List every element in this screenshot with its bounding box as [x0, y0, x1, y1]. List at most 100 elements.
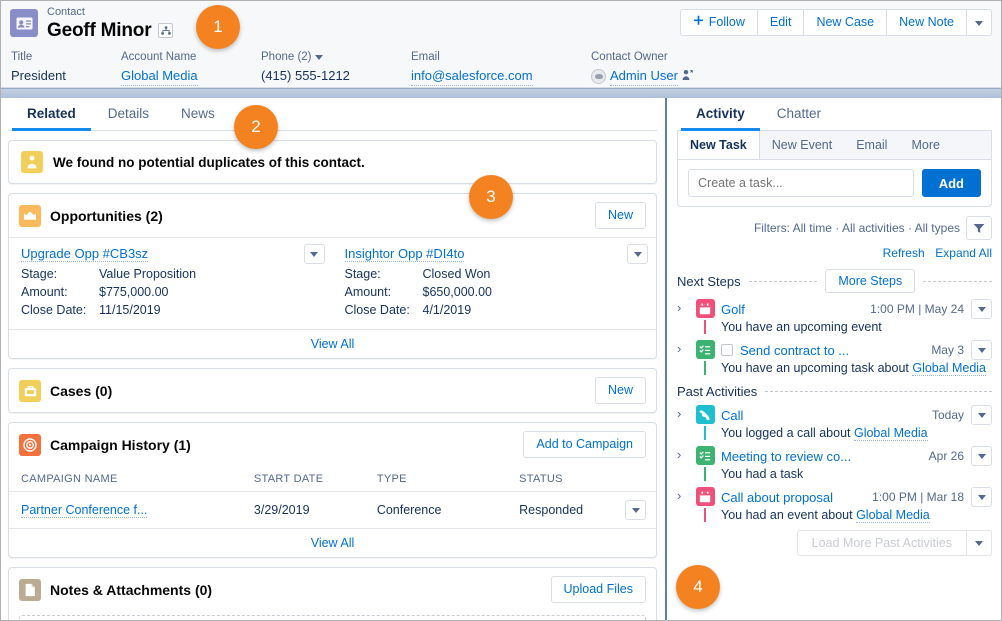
- upload-files-button[interactable]: Upload Files: [551, 576, 646, 603]
- campaign-target-icon: [19, 434, 41, 456]
- tab-news[interactable]: News: [166, 98, 230, 131]
- activity-title-link[interactable]: Send contract to ...: [740, 343, 849, 358]
- opportunity-row-menu-button[interactable]: [627, 244, 648, 264]
- activity-row-menu-button[interactable]: [971, 446, 992, 466]
- create-task-input[interactable]: [688, 169, 914, 197]
- expand-all-link[interactable]: Expand All: [935, 246, 992, 260]
- timeline-item: › Call Today You logged a call about Glo…: [677, 399, 992, 440]
- change-owner-icon[interactable]: [682, 68, 693, 86]
- opportunity-row-menu-button[interactable]: [304, 244, 325, 264]
- record-identity: Contact Geoff Minor: [10, 6, 173, 41]
- activity-description: You have an upcoming task about: [721, 361, 912, 375]
- hierarchy-icon[interactable]: [158, 23, 173, 38]
- campaign-history-view-all-link[interactable]: View All: [311, 536, 355, 550]
- filter-funnel-button[interactable]: [966, 216, 992, 240]
- activity-row-menu-button[interactable]: [971, 405, 992, 425]
- callout-badge-2: 2: [234, 105, 278, 149]
- campaign-name-link[interactable]: Partner Conference f...: [21, 503, 147, 518]
- funnel-icon: [973, 223, 985, 234]
- field-title: Title President: [11, 50, 121, 85]
- add-to-campaign-button[interactable]: Add to Campaign: [523, 431, 646, 458]
- call-icon: [696, 405, 715, 424]
- related-account-link[interactable]: Global Media: [854, 426, 928, 441]
- campaign-start-date: 3/29/2019: [242, 492, 365, 529]
- follow-label: Follow: [709, 14, 745, 31]
- composer-tabs: New Task New Event Email More: [678, 131, 991, 160]
- tab-new-task[interactable]: New Task: [678, 131, 760, 159]
- activity-row-menu-button[interactable]: [971, 487, 992, 507]
- opportunity-name-link[interactable]: Upgrade Opp #CB3sz: [21, 246, 148, 262]
- tab-related[interactable]: Related: [12, 98, 91, 131]
- expand-chevron-icon[interactable]: ›: [677, 299, 689, 334]
- expand-chevron-icon[interactable]: ›: [677, 446, 689, 481]
- campaign-row-menu-button[interactable]: [625, 500, 646, 520]
- expand-chevron-icon[interactable]: ›: [677, 487, 689, 522]
- activity-description: You had a task: [721, 467, 803, 481]
- chevron-down-icon: [978, 495, 986, 500]
- related-account-link[interactable]: Global Media: [912, 361, 986, 376]
- tab-details[interactable]: Details: [93, 98, 164, 131]
- field-contact-owner: Contact Owner Admin User: [591, 50, 703, 85]
- load-more-menu-button[interactable]: [966, 530, 992, 556]
- activity-description: You logged a call about: [721, 426, 854, 440]
- refresh-link[interactable]: Refresh: [883, 246, 925, 260]
- add-task-button[interactable]: Add: [922, 169, 981, 197]
- edit-button[interactable]: Edit: [757, 9, 805, 36]
- activity-filters-text: Filters: All time · All activities · All…: [754, 221, 960, 235]
- avatar: [591, 69, 606, 84]
- activity-title-link[interactable]: Meeting to review co...: [721, 449, 851, 464]
- chevron-down-icon: [978, 413, 986, 418]
- load-more-past-activities-button[interactable]: Load More Past Activities: [797, 530, 966, 556]
- event-icon: [696, 299, 715, 318]
- more-actions-button[interactable]: [966, 9, 992, 36]
- activity-title-link[interactable]: Golf: [721, 302, 745, 317]
- opportunities-title: Opportunities (2): [50, 208, 163, 224]
- new-case-related-button[interactable]: New: [595, 377, 646, 404]
- new-note-button[interactable]: New Note: [886, 9, 967, 36]
- follow-button[interactable]: Follow: [680, 9, 758, 36]
- opportunity-stage: Closed Won: [423, 265, 491, 283]
- activity-title-link[interactable]: Call: [721, 408, 743, 423]
- tab-more[interactable]: More: [899, 131, 951, 159]
- expand-chevron-icon[interactable]: ›: [677, 340, 689, 375]
- header-actions: Follow Edit New Case New Note: [680, 9, 992, 36]
- opportunities-card: Opportunities (2) New Upgrade Opp #CB3sz…: [8, 193, 657, 359]
- duplicate-check-icon: [21, 151, 43, 173]
- phone-chevron-down-icon[interactable]: [315, 55, 323, 60]
- plus-icon: [693, 14, 704, 31]
- tab-activity[interactable]: Activity: [681, 98, 760, 131]
- opportunity-close-date: 11/15/2019: [99, 301, 161, 319]
- tab-chatter[interactable]: Chatter: [762, 98, 836, 131]
- new-opportunity-button[interactable]: New: [595, 202, 646, 229]
- activity-title-link[interactable]: Call about proposal: [721, 490, 833, 505]
- column-campaign-name: CAMPAIGN NAME: [9, 466, 242, 492]
- opportunity-crown-icon: [19, 205, 41, 227]
- column-status: STATUS: [507, 466, 613, 492]
- load-more-row: Load More Past Activities: [677, 530, 992, 556]
- opportunities-view-all-link[interactable]: View All: [311, 337, 355, 351]
- opportunity-item: Insightor Opp #DI4to Stage:Closed Won Am…: [333, 242, 657, 323]
- tab-new-event[interactable]: New Event: [760, 131, 844, 159]
- expand-chevron-icon[interactable]: ›: [677, 405, 689, 440]
- contact-owner-link[interactable]: Admin User: [610, 67, 678, 86]
- chevron-down-icon: [632, 508, 640, 513]
- file-dropzone[interactable]: Upload Files: [19, 615, 646, 621]
- past-activities-label: Past Activities: [677, 384, 757, 399]
- main-tabs: Related Details News: [8, 98, 657, 131]
- new-case-button[interactable]: New Case: [803, 9, 887, 36]
- campaign-history-card: Campaign History (1) Add to Campaign CAM…: [8, 422, 657, 558]
- tab-email[interactable]: Email: [844, 131, 899, 159]
- chevron-down-icon: [975, 541, 983, 546]
- task-checkbox[interactable]: [721, 344, 733, 356]
- past-activities-divider: Past Activities: [677, 384, 992, 399]
- opportunity-name-link[interactable]: Insightor Opp #DI4to: [345, 246, 465, 262]
- activity-row-menu-button[interactable]: [971, 340, 992, 360]
- case-briefcase-icon: [19, 380, 41, 402]
- more-steps-button[interactable]: More Steps: [825, 269, 915, 293]
- account-name-link[interactable]: Global Media: [121, 67, 198, 86]
- activity-row-menu-button[interactable]: [971, 299, 992, 319]
- timeline-item: › Send contract to ... May 3 You have an…: [677, 334, 992, 375]
- duplicate-check-card: We found no potential duplicates of this…: [8, 140, 657, 184]
- email-link[interactable]: info@salesforce.com: [411, 67, 533, 86]
- related-account-link[interactable]: Global Media: [856, 508, 930, 523]
